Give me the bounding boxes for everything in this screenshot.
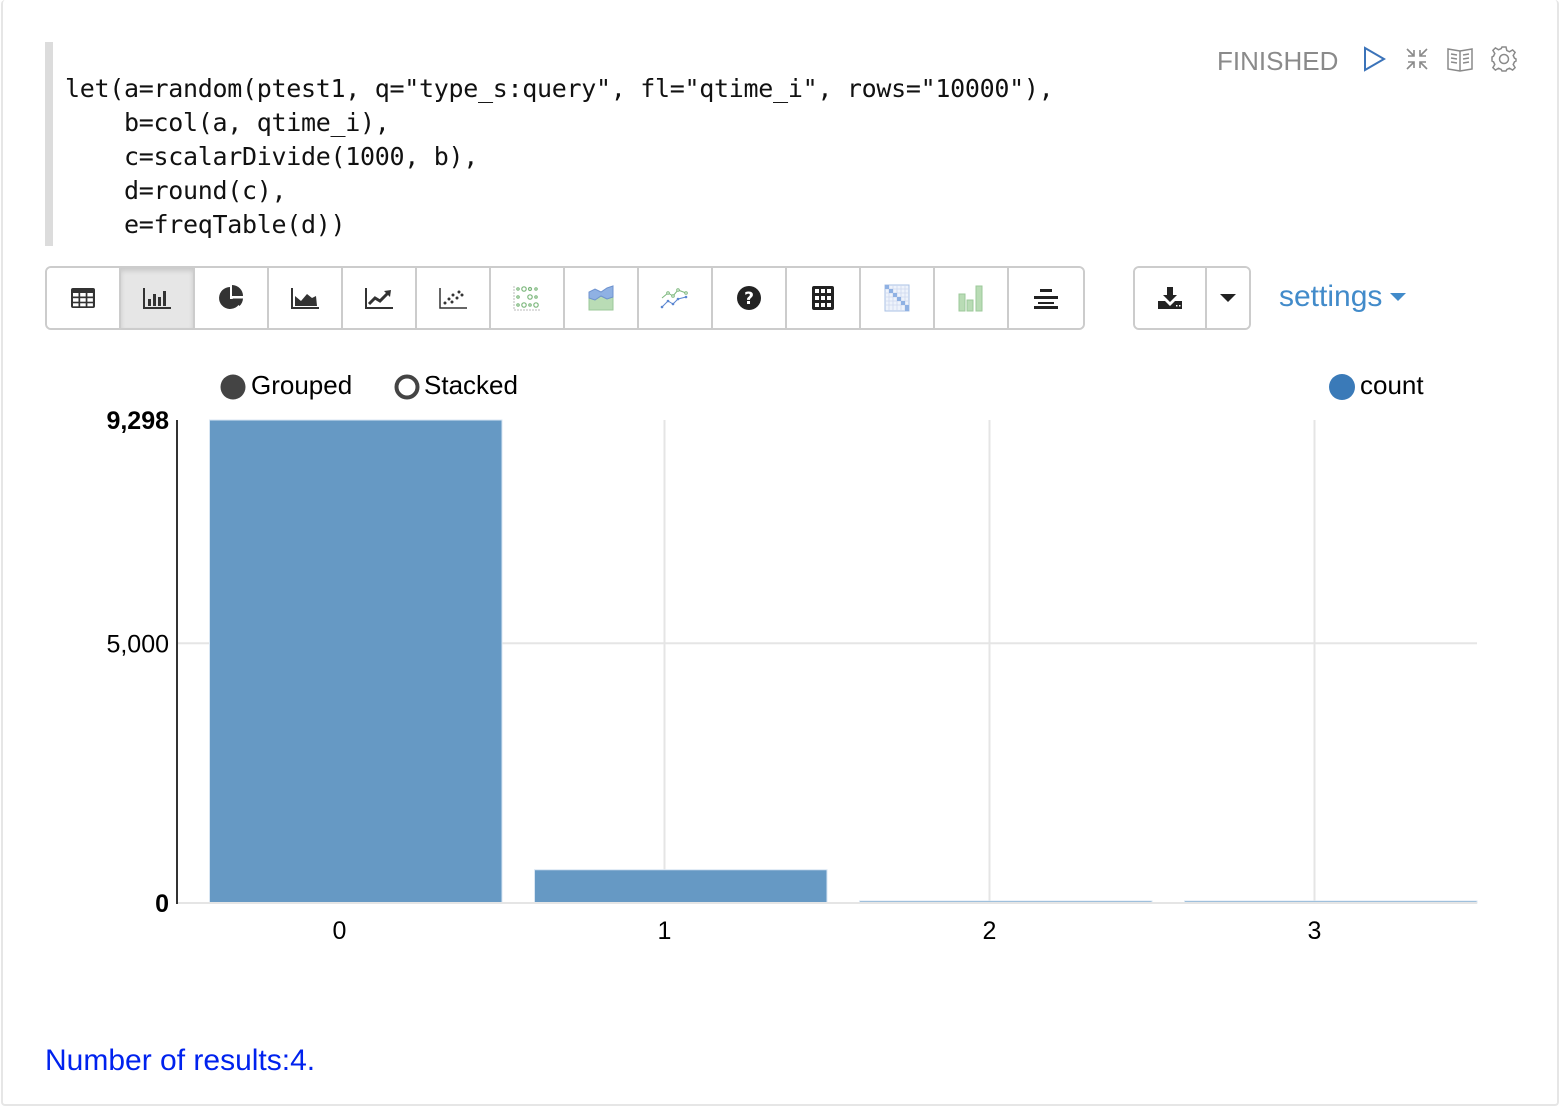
legend-label: count <box>1360 370 1424 400</box>
scatter-chart-icon <box>439 288 467 309</box>
status-label: FINISHED <box>1217 46 1339 76</box>
area-chart-icon <box>291 288 319 309</box>
radio-empty-icon <box>394 374 420 399</box>
legend-count[interactable]: count <box>1327 370 1424 401</box>
code-text[interactable]: let(a=random(ptest1, q="type_s:query", f… <box>65 72 1155 242</box>
grid-button[interactable] <box>787 268 861 328</box>
area-chart-button[interactable] <box>269 268 343 328</box>
stacked-label: Stacked <box>424 370 518 400</box>
stacked-area-chart-button[interactable] <box>565 268 639 328</box>
svg-text:?: ? <box>744 289 754 309</box>
table-icon <box>71 288 95 308</box>
collapse-icon[interactable] <box>1402 44 1432 74</box>
line-chart-button[interactable] <box>343 268 417 328</box>
stacked-area-icon <box>588 285 614 311</box>
gear-icon[interactable] <box>1489 44 1519 74</box>
bar-chart-button[interactable] <box>121 268 195 328</box>
table-button[interactable] <box>47 268 121 328</box>
radio-filled-icon <box>220 374 246 399</box>
legend-dot-icon <box>1329 373 1355 400</box>
scatter-chart-button[interactable] <box>417 268 491 328</box>
download-options-dropdown[interactable] <box>1207 268 1249 328</box>
grouped-radio[interactable]: Grouped <box>219 370 352 401</box>
heatmap-icon <box>884 284 910 312</box>
download-button[interactable] <box>1135 268 1207 328</box>
x-tick-label: 3 <box>1308 917 1322 945</box>
grouped-label: Grouped <box>251 370 353 400</box>
heatmap-button[interactable] <box>861 268 935 328</box>
stacked-radio[interactable]: Stacked <box>393 370 518 401</box>
bar-chart-icon <box>143 288 171 309</box>
help-button[interactable]: ? <box>713 268 787 328</box>
y-tick-label: 0 <box>155 890 169 918</box>
x-tick-label: 0 <box>333 917 347 945</box>
download-icon <box>1158 287 1182 309</box>
settings-dropdown[interactable]: settings <box>1279 280 1407 314</box>
bar-0 <box>209 419 503 904</box>
pie-chart-icon <box>219 285 243 309</box>
book-icon[interactable] <box>1445 44 1475 74</box>
line-chart-icon <box>365 288 393 309</box>
results-count: Number of results:4. <box>45 1044 316 1077</box>
caret-down-icon <box>1390 293 1407 301</box>
x-tick-label: 2 <box>983 917 997 945</box>
visualization-toolbar: ? <box>45 266 1085 330</box>
play-icon[interactable] <box>1359 44 1389 74</box>
multi-line-chart-button[interactable] <box>639 268 713 328</box>
align-center-icon <box>1034 289 1058 309</box>
download-button-group <box>1133 266 1251 330</box>
grid-icon <box>812 286 834 310</box>
histogram-button[interactable] <box>935 268 1009 328</box>
bar-chart: 0 5,000 9,298 0 1 2 3 <box>106 407 1478 945</box>
y-tick-label: 9,298 <box>106 407 169 435</box>
code-editor[interactable]: let(a=random(ptest1, q="type_s:query", f… <box>45 42 1155 246</box>
pie-chart-button[interactable] <box>195 268 269 328</box>
histogram-icon <box>958 285 983 312</box>
bubble-chart-button[interactable] <box>491 268 565 328</box>
question-circle-icon: ? <box>737 286 761 310</box>
settings-label: settings <box>1279 280 1383 313</box>
bubble-chart-icon <box>513 286 540 311</box>
paragraph-panel: let(a=random(ptest1, q="type_s:query", f… <box>1 0 1559 1106</box>
caret-down-icon <box>1220 294 1236 302</box>
multi-line-icon <box>660 288 688 309</box>
y-tick-label: 5,000 <box>106 630 169 658</box>
bar-1 <box>534 869 828 904</box>
align-center-button[interactable] <box>1009 268 1083 328</box>
x-tick-label: 1 <box>658 917 672 945</box>
